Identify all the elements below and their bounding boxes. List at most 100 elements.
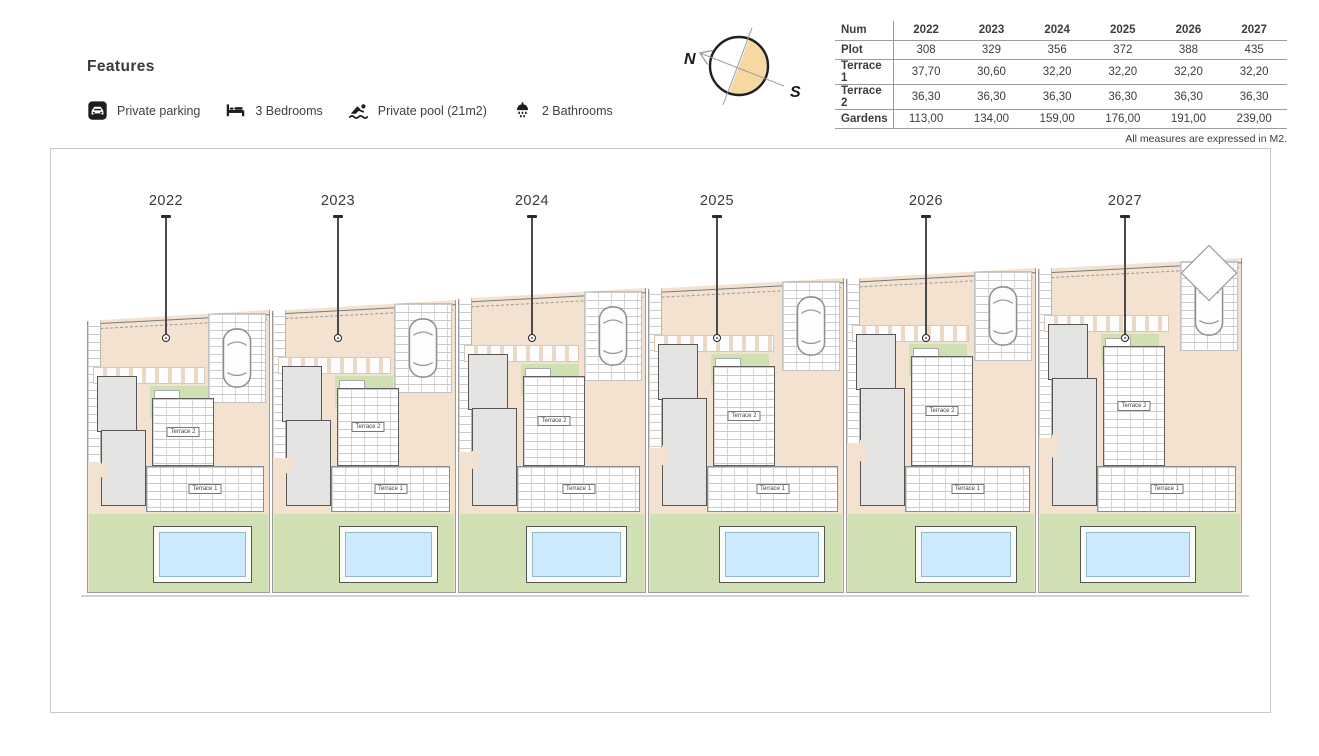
plot-number: 2023 — [321, 193, 355, 209]
feature-label: Private pool (21m2) — [378, 104, 487, 118]
feature-private-parking: Private parking — [87, 100, 200, 121]
terrace-1: Terrace 1 — [905, 466, 1030, 512]
col-header: Num — [835, 21, 893, 40]
area-table: Num 2022 2023 2024 2025 2026 2027 Plot 3… — [835, 21, 1287, 129]
terrace-1: Terrace 1 — [331, 466, 450, 512]
cell: 176,00 — [1090, 109, 1156, 128]
house-upper — [1048, 324, 1088, 380]
plot-leader-2023: 2023 — [308, 193, 368, 342]
terrace-1-label: Terrace 1 — [188, 484, 221, 494]
col-header: 2024 — [1024, 21, 1090, 40]
leader-dot — [713, 334, 721, 342]
cell: 356 — [1024, 40, 1090, 59]
terrace-1-label: Terrace 1 — [562, 484, 595, 494]
compass-south-label: S — [790, 84, 801, 101]
leader-line — [531, 218, 532, 334]
parking-icon — [87, 100, 108, 121]
bathroom-icon — [512, 100, 533, 121]
terrace-2-label: Terrace 2 — [1117, 401, 1150, 411]
terrace-2-label: Terrace 2 — [727, 411, 760, 421]
leader-line — [925, 218, 926, 334]
terrace-2-label: Terrace 2 — [166, 427, 199, 437]
col-header: 2027 — [1221, 21, 1287, 40]
garden — [460, 514, 644, 592]
leader-line — [337, 218, 338, 334]
terrace-1-label: Terrace 1 — [1150, 484, 1183, 494]
garden — [848, 514, 1034, 592]
leader-line — [165, 218, 166, 334]
cell: 36,30 — [1221, 84, 1287, 109]
row-label: Terrace 1 — [835, 59, 893, 84]
terrace-2: Terrace 2 — [713, 366, 775, 466]
terrace-2: Terrace 2 — [337, 388, 399, 466]
pool-water — [1086, 532, 1190, 577]
terrace-2: Terrace 2 — [152, 398, 214, 466]
plot-leader-2024: 2024 — [502, 193, 562, 342]
street-baseline — [81, 595, 1249, 597]
cell: 36,30 — [1090, 84, 1156, 109]
plot-number: 2027 — [1108, 193, 1142, 209]
pool — [153, 526, 251, 583]
feature-bathrooms: 2 Bathrooms — [512, 100, 613, 121]
cell: 32,20 — [1024, 59, 1090, 84]
table-row-terrace1: Terrace 1 37,70 30,60 32,20 32,20 32,20 … — [835, 59, 1287, 84]
car-icon — [986, 285, 1020, 347]
plots-row: Terrace 2 Terrace 1 — [87, 149, 1242, 593]
leader-line — [1124, 218, 1125, 334]
garden — [650, 514, 842, 592]
cell: 36,30 — [1156, 84, 1222, 109]
cell: 134,00 — [959, 109, 1025, 128]
features-title: Features — [87, 58, 155, 76]
plot-leader-2025: 2025 — [687, 193, 747, 342]
page: Features Private parking — [0, 0, 1319, 756]
house-lower — [662, 398, 707, 506]
car-icon — [220, 327, 254, 389]
leader-dot — [162, 334, 170, 342]
car-icon — [406, 317, 440, 379]
cell: 435 — [1221, 40, 1287, 59]
plot-number: 2022 — [149, 193, 183, 209]
house-lower — [860, 388, 905, 506]
row-label: Terrace 2 — [835, 84, 893, 109]
house-upper — [658, 344, 698, 400]
pool — [915, 526, 1017, 583]
garden — [1040, 514, 1240, 592]
house-lower — [286, 420, 331, 506]
cell: 113,00 — [893, 109, 959, 128]
terrace-1: Terrace 1 — [146, 466, 264, 512]
table-row-plot: Plot 308 329 356 372 388 435 — [835, 40, 1287, 59]
driveway — [208, 313, 266, 403]
leader-dot — [528, 334, 536, 342]
measures-note: All measures are expressed in M2. — [835, 133, 1287, 145]
plot-2022: Terrace 2 Terrace 1 — [87, 310, 270, 593]
leader-dot — [334, 334, 342, 342]
feature-label: 2 Bathrooms — [542, 104, 613, 118]
row-label: Plot — [835, 40, 893, 59]
terrace-1: Terrace 1 — [1097, 466, 1236, 512]
col-header: 2025 — [1090, 21, 1156, 40]
pool — [719, 526, 825, 583]
feature-label: Private parking — [117, 104, 200, 118]
pool — [339, 526, 438, 583]
house-lower — [472, 408, 517, 506]
cell: 32,20 — [1221, 59, 1287, 84]
terrace-1: Terrace 1 — [517, 466, 640, 512]
cell: 36,30 — [959, 84, 1025, 109]
pool-water — [345, 532, 432, 577]
cell: 36,30 — [1024, 84, 1090, 109]
driveway — [394, 303, 452, 393]
terrace-2: Terrace 2 — [1103, 346, 1165, 466]
pool-water — [921, 532, 1011, 577]
car-icon — [794, 295, 828, 357]
plot-number: 2026 — [909, 193, 943, 209]
house-lower — [101, 430, 146, 506]
leader-dot — [1121, 334, 1129, 342]
site-plan: Terrace 2 Terrace 1 — [50, 148, 1271, 713]
cell: 308 — [893, 40, 959, 59]
feature-items: Private parking 3 Bedrooms — [87, 100, 613, 121]
cell: 191,00 — [1156, 109, 1222, 128]
row-label: Gardens — [835, 109, 893, 128]
col-header: 2023 — [959, 21, 1025, 40]
compass-north-label: N — [684, 51, 696, 68]
col-header: 2022 — [893, 21, 959, 40]
